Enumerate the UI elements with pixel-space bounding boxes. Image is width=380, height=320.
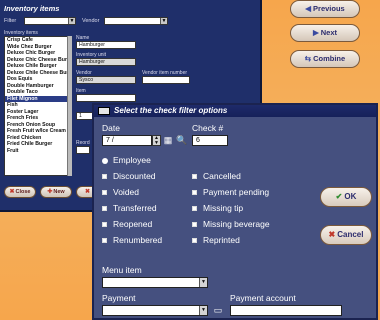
- item-tag-field[interactable]: [76, 94, 136, 102]
- checkbox-label: Payment pending: [203, 187, 270, 197]
- cancel-button[interactable]: ✖ Cancel: [320, 225, 372, 245]
- checkbox-label: Transferred: [113, 203, 157, 213]
- combine-icon: ⇆: [304, 54, 312, 63]
- checkbox-label: Renumbered: [113, 235, 163, 245]
- inventory-unit-select[interactable]: Hamburger: [76, 58, 136, 66]
- dialog-titlebar: Select the check filter options: [94, 105, 376, 117]
- check-number-label: Check #: [192, 123, 224, 133]
- previous-icon: ◀: [305, 4, 312, 13]
- filter-checkbox[interactable]: Missing beverage: [192, 219, 270, 229]
- employee-option[interactable]: Employee: [102, 155, 151, 165]
- payment-label: Payment: [102, 293, 136, 303]
- checkbox-label: Cancelled: [203, 171, 241, 181]
- checkbox-label: Voided: [113, 187, 139, 197]
- filter-select[interactable]: ▼: [24, 17, 76, 25]
- checkbox-label: Missing beverage: [203, 219, 270, 229]
- checkbox-icon: [102, 222, 107, 228]
- filter-checkbox[interactable]: Reprinted: [192, 235, 240, 245]
- radio-icon: [102, 157, 108, 164]
- combine-button-label: Combine: [313, 54, 346, 63]
- check-filter-dialog: Select the check filter options Date 7 /…: [92, 103, 378, 320]
- new-button-label: New: [53, 189, 65, 195]
- new-icon: ✚: [47, 189, 53, 195]
- filter-checkbox[interactable]: Transferred: [102, 203, 157, 213]
- date-field[interactable]: 7 /: [102, 135, 152, 146]
- filter-checkbox[interactable]: Payment pending: [192, 187, 269, 197]
- dialog-title: Select the check filter options: [114, 106, 228, 115]
- payment-select[interactable]: ▼: [102, 305, 208, 316]
- combine-button[interactable]: ⇆ Combine: [290, 50, 360, 68]
- checkbox-icon: [192, 222, 197, 228]
- close-button[interactable]: ✖Close: [4, 186, 36, 198]
- reorder-field[interactable]: [76, 146, 90, 154]
- filter-checkbox[interactable]: Reopened: [102, 219, 152, 229]
- checkbox-icon: [102, 190, 107, 196]
- chevron-down-icon: ▼: [199, 306, 207, 315]
- filter-checkbox[interactable]: Discounted: [102, 171, 156, 181]
- checkbox-icon: [102, 238, 107, 244]
- list-item[interactable]: Fruit: [5, 148, 71, 155]
- payment-account-label: Payment account: [230, 293, 296, 303]
- filter-checkbox[interactable]: Voided: [102, 187, 139, 197]
- checkbox-icon: [192, 190, 197, 196]
- check-number-field[interactable]: 6: [192, 135, 228, 146]
- check-search-icon[interactable]: 🔍: [176, 135, 188, 146]
- checkbox-icon: [192, 206, 197, 212]
- chevron-down-icon: ▼: [68, 18, 75, 24]
- filter-checkbox[interactable]: Renumbered: [102, 235, 162, 245]
- filter-checkbox[interactable]: Cancelled: [192, 171, 241, 181]
- employee-label: Employee: [113, 155, 151, 165]
- date-spinner[interactable]: ▲ ▼: [152, 135, 161, 146]
- filter-label: Filter: [4, 18, 17, 24]
- checkbox-icon: [102, 174, 107, 180]
- previous-button-label: Previous: [313, 4, 345, 13]
- new-button[interactable]: ✚New: [40, 186, 72, 198]
- inventory-list-scrollbar[interactable]: [67, 36, 72, 176]
- date-label: Date: [102, 123, 120, 133]
- chevron-down-icon: ▼: [199, 278, 207, 287]
- delete-icon: ✖: [84, 189, 91, 195]
- close-icon: ✖: [328, 230, 336, 239]
- list-item[interactable]: Fresh Fruit w/Ice Cream: [5, 128, 71, 135]
- checkbox-label: Reopened: [113, 219, 153, 229]
- menu-item-label: Menu item: [102, 265, 142, 275]
- menu-item-select[interactable]: ▼: [102, 277, 208, 288]
- previous-button[interactable]: ◀ Previous: [290, 0, 360, 18]
- filter-checkbox[interactable]: Missing tip: [192, 203, 243, 213]
- name-field[interactable]: Hamburger: [76, 41, 136, 49]
- vendor-filter-label: Vendor: [82, 18, 100, 24]
- checkbox-icon: [102, 206, 107, 212]
- checkbox-label: Missing tip: [203, 203, 244, 213]
- next-button[interactable]: ▶ Next: [290, 24, 360, 42]
- vendor-filter-select[interactable]: ▼: [104, 17, 168, 25]
- next-button-label: Next: [320, 28, 338, 37]
- close-icon: ✖: [9, 189, 15, 195]
- payment-account-field[interactable]: [230, 305, 342, 316]
- calendar-icon[interactable]: ▦: [162, 135, 174, 146]
- vendor-select[interactable]: Sysco: [76, 76, 136, 84]
- checkbox-label: Discounted: [113, 171, 156, 181]
- ok-button[interactable]: ✔ OK: [320, 187, 372, 207]
- payment-lookup-icon[interactable]: ▭: [212, 305, 224, 316]
- chevron-down-icon: ▼: [160, 18, 167, 24]
- checkbox-icon: [192, 174, 197, 180]
- ok-button-label: OK: [344, 192, 357, 201]
- checkmark-icon: ✔: [335, 192, 343, 201]
- window-icon: [98, 107, 110, 115]
- vendor-item-number-field[interactable]: [142, 76, 190, 84]
- inventory-list[interactable]: Crisp Cafe Wide Chez Burger Deluxe Chic Bu…: [4, 36, 72, 176]
- close-button-label: Close: [15, 189, 31, 195]
- checkbox-icon: [192, 238, 197, 244]
- inventory-window-title: Inventory items: [4, 4, 60, 13]
- cancel-button-label: Cancel: [337, 230, 364, 239]
- checkbox-label: Reprinted: [203, 235, 240, 245]
- next-icon: ▶: [312, 28, 319, 37]
